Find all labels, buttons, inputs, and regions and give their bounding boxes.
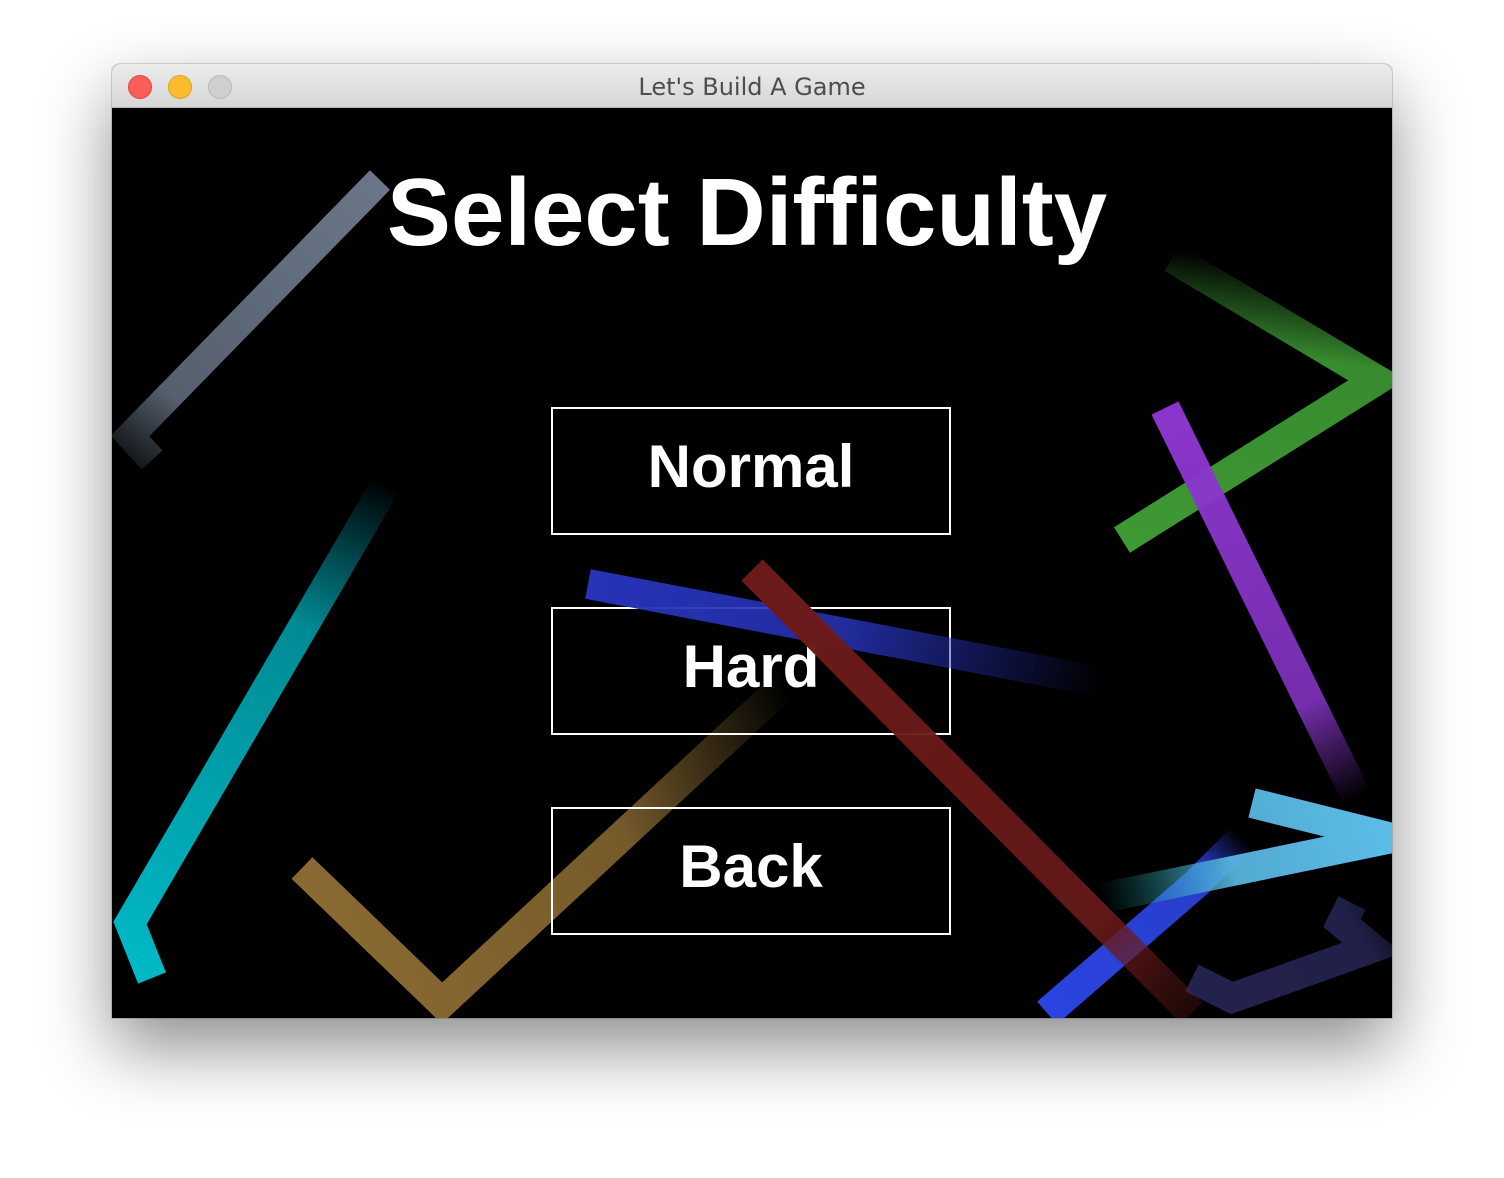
game-canvas[interactable]: Select Difficulty Normal Hard Back xyxy=(112,108,1392,1018)
back-button[interactable]: Back xyxy=(551,807,951,935)
normal-difficulty-button[interactable]: Normal xyxy=(551,407,951,535)
title-bar[interactable]: Let's Build A Game xyxy=(112,64,1392,108)
game-window: Let's Build A Game Select Difficulty Nor… xyxy=(112,64,1392,1018)
screen-heading: Select Difficulty xyxy=(386,159,1108,266)
window-title: Let's Build A Game xyxy=(638,73,866,101)
hard-difficulty-button[interactable]: Hard xyxy=(551,607,951,735)
green-trail xyxy=(1114,245,1392,553)
navy-trail xyxy=(1185,896,1392,1015)
